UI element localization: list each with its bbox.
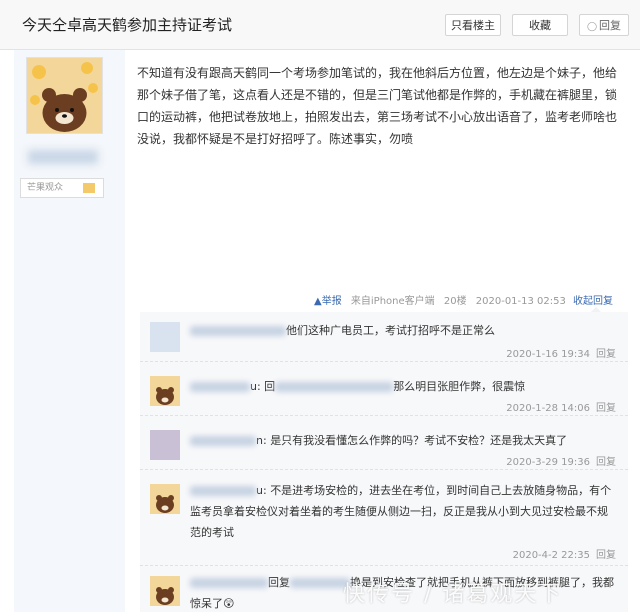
reply-time: 2020-1-16 19:34 — [506, 349, 590, 360]
avatar[interactable] — [26, 57, 103, 134]
list-item: u: 不是进考场安检的，进去坐在考位，到时间自己上去放随身物品，有个监考员拿着安… — [140, 470, 628, 566]
author-sidebar — [14, 50, 125, 612]
favorite-button[interactable]: 收藏 — [512, 14, 568, 36]
reply-avatar[interactable] — [150, 430, 180, 460]
reply-meta: 2020-1-28 14:06 回复 — [506, 399, 616, 414]
list-item: n: 是只有我没看懂怎么作弊的吗？考试不安检？还是我太天真了 2020-3-29… — [140, 416, 628, 470]
username-blurred[interactable] — [190, 578, 268, 588]
reply-prefix: n: — [256, 434, 271, 447]
reply-meta: 2020-3-29 19:36 回复 — [506, 453, 616, 468]
thread-title: 今天仝卓高天鹤参加主持证考试 — [22, 16, 233, 34]
floor-number: 20楼 — [443, 296, 467, 307]
username-blurred[interactable] — [190, 436, 256, 446]
fan-badge-label: 芒果观众 — [27, 183, 64, 193]
list-item: u: 回 那么明目张胆作弊，很震惊 2020-1-28 14:06 回复 — [140, 362, 628, 416]
username-blurred[interactable] — [190, 486, 256, 496]
only-op-button[interactable]: 只看楼主 — [445, 14, 501, 36]
collapse-replies-link[interactable]: 收起回复 — [573, 292, 613, 307]
reply-time: 2020-1-28 14:06 — [506, 403, 590, 414]
fan-badge[interactable]: 芒果观众 — [20, 178, 104, 198]
reply-link[interactable]: 回复 — [596, 457, 616, 468]
reply-avatar[interactable] — [150, 322, 180, 352]
post-time: 2020-01-13 02:53 — [475, 296, 566, 307]
reply-avatar[interactable] — [150, 376, 180, 406]
bear-avatar-icon — [27, 58, 102, 133]
reply-meta: 2020-4-2 22:35 回复 — [513, 546, 616, 561]
reply-avatar[interactable] — [150, 484, 180, 514]
reply-time: 2020-4-2 22:35 — [512, 550, 590, 561]
reply-avatar[interactable] — [150, 576, 180, 606]
reply-meta: 2020-1-16 19:34 回复 — [506, 345, 616, 360]
reply-prefix: 回复 — [268, 576, 290, 589]
reply-text: 他们这种广电员工，考试打招呼不是正常么 — [190, 320, 616, 341]
mention-blurred[interactable] — [290, 578, 350, 588]
reply-link[interactable]: 回复 — [596, 550, 616, 561]
reply-link[interactable]: 回复 — [596, 403, 616, 414]
reply-body: 他们这种广电员工，考试打招呼不是正常么 — [286, 324, 495, 337]
reply-list: 他们这种广电员工，考试打招呼不是正常么 2020-1-16 19:34 回复 u:… — [140, 312, 628, 612]
client-label: 来自iPhone客户端 — [350, 296, 435, 307]
list-item: 他们这种广电员工，考试打招呼不是正常么 2020-1-16 19:34 回复 — [140, 312, 628, 362]
reply-prefix: u: 回 — [250, 380, 276, 393]
badge-level-icon — [83, 183, 95, 193]
bear-icon — [156, 495, 174, 513]
reply-text: u: 不是进考场安检的，进去坐在考位，到时间自己上去放随身物品，有个监考员拿着安… — [190, 480, 616, 543]
username-blurred[interactable] — [190, 326, 286, 336]
report-label: 举报 — [321, 296, 342, 307]
report-link[interactable]: ▲举报 — [314, 296, 342, 307]
reply-text: u: 回 那么明目张胆作弊，很震惊 — [190, 376, 616, 397]
reply-text: n: 是只有我没看懂怎么作弊的吗？考试不安检？还是我太天真了 — [190, 430, 616, 451]
reply-button[interactable]: ◯ 回复 — [579, 14, 629, 36]
reply-body: 那么明目张胆作弊，很震惊 — [393, 380, 526, 393]
bear-icon — [156, 387, 174, 405]
reply-link[interactable]: 回复 — [596, 349, 616, 360]
mention-blurred[interactable] — [275, 382, 394, 392]
reply-time: 2020-3-29 19:36 — [506, 457, 590, 468]
username-blurred[interactable] — [190, 382, 250, 392]
reply-button-label: 回复 — [599, 19, 622, 32]
watermark: 快传号 / 诸葛观天下 — [343, 582, 563, 607]
post-content: 不知道有没有跟高天鹤同一个考场参加笔试的，我在他斜后方位置，他左边是个妹子，他给… — [137, 66, 618, 146]
thread-header: 今天仝卓高天鹤参加主持证考试 只看楼主 收藏 ◯ 回复 — [0, 0, 640, 50]
reply-body: 是只有我没看懂怎么作弊的吗？考试不安检？还是我太天真了 — [270, 434, 568, 447]
reply-icon: ◯ — [586, 22, 598, 32]
post-meta: ▲举报 来自iPhone客户端 20楼 2020-01-13 02:53 — [314, 292, 566, 307]
reply-prefix: u: — [256, 484, 271, 497]
bear-icon — [156, 587, 174, 605]
author-name-blurred — [28, 150, 98, 164]
